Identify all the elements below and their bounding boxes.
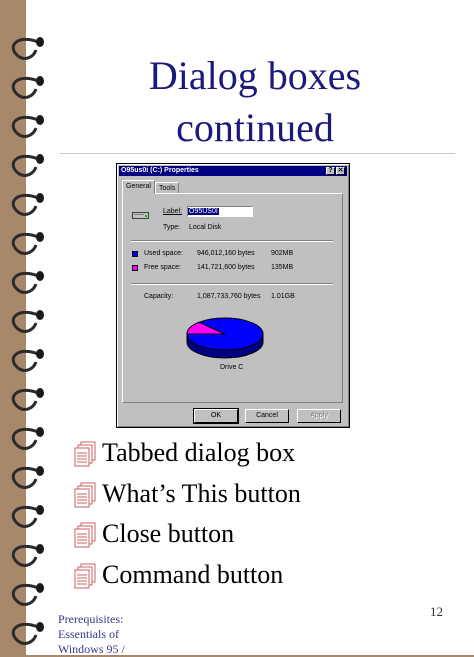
binding-hole xyxy=(36,427,44,437)
binding-ring xyxy=(11,37,39,60)
free-mb: 135MB xyxy=(271,264,294,271)
used-space-swatch xyxy=(132,251,138,257)
binding-ring xyxy=(11,232,39,255)
binding-ring xyxy=(11,622,39,645)
binding-hole xyxy=(36,37,44,47)
binding-ring xyxy=(11,76,39,99)
close-button[interactable]: ✕ xyxy=(336,167,345,175)
document-stack-icon xyxy=(74,482,96,508)
footer-text: Prerequisites: Essentials of Windows 95 … xyxy=(58,612,125,656)
capacity-caption: Capacity: xyxy=(144,293,174,300)
whats-this-button[interactable]: ? xyxy=(326,167,335,175)
ok-button[interactable]: OK xyxy=(193,408,239,424)
disk-usage-pie xyxy=(186,317,264,359)
binding-ring xyxy=(11,349,39,372)
binding-hole xyxy=(36,271,44,281)
separator xyxy=(131,283,333,285)
binding-hole xyxy=(36,115,44,125)
slide-title-line1: Dialog boxes xyxy=(148,53,362,98)
document-stack-icon xyxy=(74,441,96,467)
binding-hole xyxy=(36,583,44,593)
bullet-text: Command button xyxy=(102,560,284,589)
label-input[interactable]: O95US0I xyxy=(187,206,253,217)
binding-hole xyxy=(36,232,44,242)
dialog-title: O95us0i (C:) Properties xyxy=(121,167,199,174)
page-number: 12 xyxy=(430,604,443,619)
separator xyxy=(131,240,333,242)
used-mb: 902MB xyxy=(271,250,294,257)
binding-ring xyxy=(11,193,39,216)
binding-ring xyxy=(11,388,39,411)
free-bytes: 141,721,600 bytes xyxy=(197,264,255,271)
binding-ring xyxy=(11,154,39,177)
slide-title-line2: continued xyxy=(176,105,334,150)
bullet-text: Tabbed dialog box xyxy=(102,438,296,467)
free-space-swatch xyxy=(132,265,138,271)
binding-hole xyxy=(36,466,44,476)
binding-ring xyxy=(11,115,39,138)
binding-hole xyxy=(36,622,44,632)
tab-general[interactable]: General xyxy=(122,180,155,194)
type-value: Local Disk xyxy=(189,224,222,231)
free-caption: Free space: xyxy=(144,264,181,271)
hard-drive-icon xyxy=(132,212,149,219)
binding-ring xyxy=(11,583,39,606)
binding-ring xyxy=(11,544,39,567)
binding-ring xyxy=(11,505,39,528)
binding-ring xyxy=(11,310,39,333)
binding-hole xyxy=(36,310,44,320)
binding-ring xyxy=(11,271,39,294)
binding-hole xyxy=(36,193,44,203)
document-stack-icon xyxy=(74,522,96,548)
binding-ring xyxy=(11,427,39,450)
capacity-bytes: 1,087,733,760 bytes xyxy=(197,293,261,300)
binding-hole xyxy=(36,76,44,86)
title-divider xyxy=(60,153,455,154)
bullet-text: Close button xyxy=(102,519,235,548)
apply-button[interactable]: Apply xyxy=(297,409,341,423)
dialog-titlebar[interactable]: O95us0i (C:) Properties ? ✕ xyxy=(119,166,347,176)
type-caption: Type: xyxy=(163,224,181,231)
drive-caption: Drive C xyxy=(220,364,244,371)
binding-hole xyxy=(36,349,44,359)
spiral-binding xyxy=(11,37,44,645)
properties-dialog: O95us0i (C:) Properties ? ✕ General Tool… xyxy=(116,163,350,428)
label-value: O95US0I xyxy=(188,208,219,215)
bullet-text: What’s This button xyxy=(102,479,301,508)
binding-hole xyxy=(36,544,44,554)
cancel-button[interactable]: Cancel xyxy=(245,409,289,423)
label-caption: Label: xyxy=(163,208,183,215)
binding-hole xyxy=(36,505,44,515)
used-bytes: 946,012,160 bytes xyxy=(197,250,255,257)
used-caption: Used space: xyxy=(144,250,183,257)
capacity-gb: 1.01GB xyxy=(271,293,295,300)
binding-hole xyxy=(36,154,44,164)
document-stack-icon xyxy=(74,563,96,589)
binding-ring xyxy=(11,466,39,489)
binding-hole xyxy=(36,388,44,398)
